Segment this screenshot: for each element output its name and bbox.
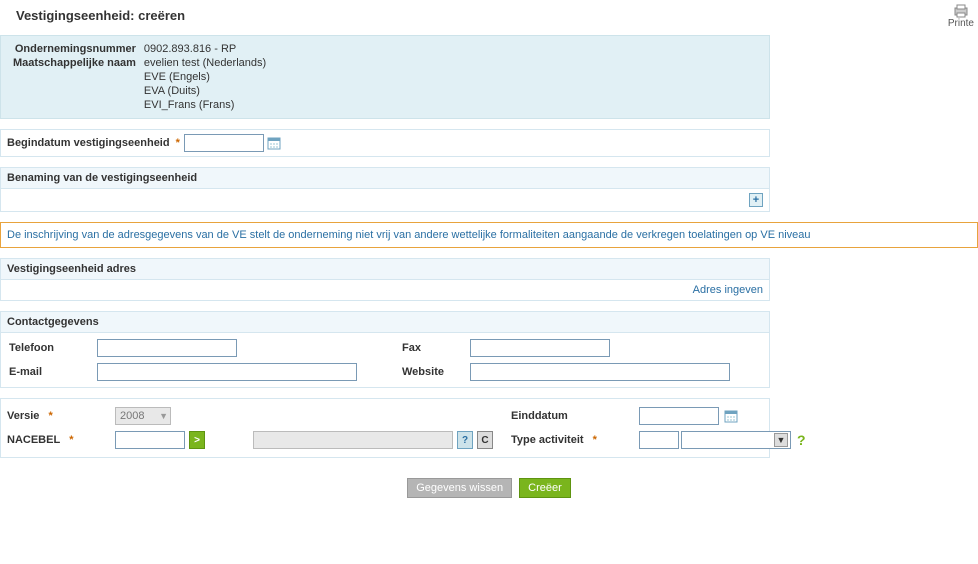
company-name-label: Maatschappelijke naam [9,56,140,70]
enterprise-number-label: Ondernemingsnummer [9,42,140,56]
naming-section: Benaming van de vestigingseenheid + [0,167,770,212]
website-label: Website [400,366,460,378]
activity-type-required: * [593,434,597,446]
nacebel-desc-field [253,431,453,449]
start-date-label: Begindatum vestigingseenheid [7,137,170,149]
email-label: E-mail [7,366,87,378]
print-icon[interactable] [953,4,969,18]
company-name-0: evelien test (Nederlands) [140,56,270,70]
phone-label: Telefoon [7,342,87,354]
warning-message: De inschrijving van de adresgegevens van… [0,222,978,248]
nacebel-label: NACEBEL [7,434,60,446]
nacebel-required: * [69,434,73,446]
company-name-1: EVE (Engels) [140,70,270,84]
enter-address-link[interactable]: Adres ingeven [693,284,763,296]
phone-input[interactable] [97,339,237,357]
activity-type-select[interactable]: ▼ [681,431,791,449]
naming-header: Benaming van de vestigingseenheid [1,168,769,189]
clear-nacebel-button[interactable]: C [477,431,493,449]
help-icon[interactable]: ? [797,432,806,448]
activity-type-label: Type activiteit [511,434,584,446]
enddate-label: Einddatum [511,410,568,422]
fax-label: Fax [400,342,460,354]
calendar-icon[interactable] [723,408,739,424]
version-label: Versie [7,410,39,422]
enddate-input[interactable] [639,407,719,425]
company-info-panel: Ondernemingsnummer 0902.893.816 - RP Maa… [0,35,770,119]
chevron-down-icon: ▼ [159,411,168,421]
address-section: Vestigingseenheid adres Adres ingeven [0,258,770,301]
create-button[interactable]: Creëer [519,478,571,498]
company-name-2: EVA (Duits) [140,84,270,98]
add-name-icon[interactable]: + [749,193,763,207]
print-label: Printe [948,18,974,29]
calendar-icon[interactable] [266,135,282,151]
start-date-input[interactable] [184,134,264,152]
email-input[interactable] [97,363,357,381]
clear-button[interactable]: Gegevens wissen [407,478,512,498]
website-input[interactable] [470,363,730,381]
contact-header: Contactgegevens [1,312,769,333]
nacebel-code-input[interactable] [115,431,185,449]
contact-section: Contactgegevens Telefoon Fax E-mail Webs… [0,311,770,388]
start-date-required: * [176,137,180,149]
activity-type-code-input[interactable] [639,431,679,449]
version-required: * [48,410,52,422]
start-date-section: Begindatum vestigingseenheid * [0,129,770,157]
page-title: Vestigingseenheid: creëren [0,4,185,23]
chevron-down-icon: ▼ [774,433,788,447]
enterprise-number-value: 0902.893.816 - RP [140,42,270,56]
fax-input[interactable] [470,339,610,357]
version-value: 2008 [120,410,144,422]
help-button[interactable]: ? [457,431,473,449]
nacebel-search-button[interactable]: > [189,431,205,449]
version-select: 2008 ▼ [115,407,171,425]
address-header: Vestigingseenheid adres [1,259,769,280]
company-name-3: EVI_Frans (Frans) [140,98,270,112]
activity-section: Versie * 2008 ▼ Einddatum [0,398,770,458]
